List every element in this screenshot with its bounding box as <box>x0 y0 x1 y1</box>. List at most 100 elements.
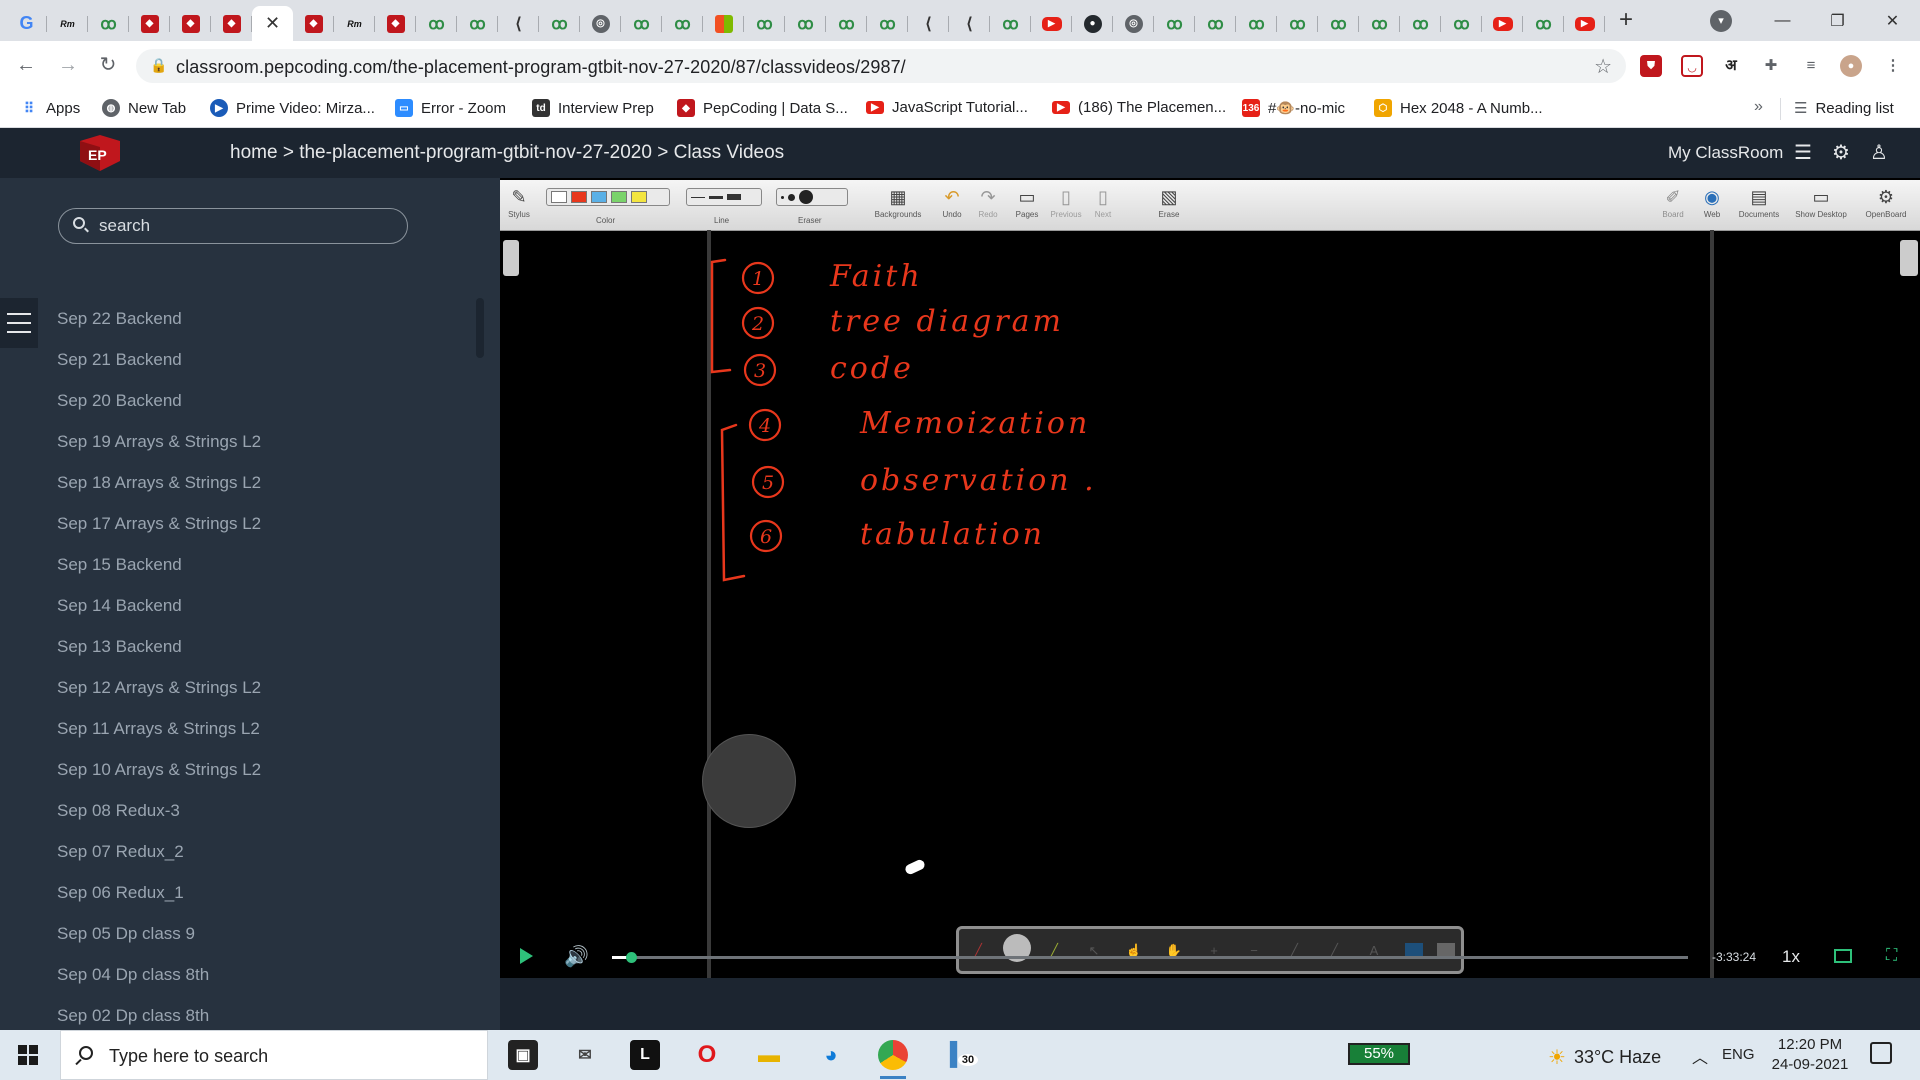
search-placeholder[interactable]: search <box>99 216 150 236</box>
lecture-item[interactable]: Sep 14 Backend <box>57 585 477 626</box>
system-clock[interactable]: 12:20 PM 24-09-2021 <box>1770 1035 1850 1075</box>
backgrounds-tool[interactable]: ▦ Backgrounds <box>870 184 926 219</box>
browser-tab[interactable]: ꝏ <box>1400 6 1441 41</box>
menu-kebab-icon[interactable]: ⋮ <box>1882 55 1904 77</box>
edge-app-icon[interactable]: ◕ <box>816 1040 846 1070</box>
search-input[interactable]: search <box>58 208 408 244</box>
browser-tab[interactable]: ꝏ <box>1195 6 1236 41</box>
file-explorer-icon[interactable]: ▬ <box>754 1040 784 1070</box>
pepcoding-logo[interactable]: EP <box>76 133 124 173</box>
profile-avatar[interactable]: ● <box>1840 55 1862 77</box>
bookmark-item[interactable]: td Interview Prep <box>532 99 654 117</box>
browser-tab[interactable]: G <box>6 6 47 41</box>
tray-chevron-up-icon[interactable]: ︿ <box>1692 1044 1708 1068</box>
forward-icon[interactable]: → <box>54 51 82 79</box>
back-icon[interactable]: ← <box>12 51 40 79</box>
fullscreen-icon[interactable]: ⛶ <box>1886 947 1897 965</box>
browser-tab[interactable]: ◆ <box>375 6 416 41</box>
eraser-size-picker[interactable] <box>776 188 848 206</box>
vscode-app-icon[interactable]: ▍ 30 <box>944 1040 978 1070</box>
sidebar-scrollbar[interactable] <box>476 298 484 358</box>
hamburger-menu-icon[interactable] <box>0 298 38 348</box>
close-window-icon[interactable]: ✕ <box>1865 11 1920 31</box>
extension-pocket-icon[interactable]: ◡ <box>1681 55 1703 77</box>
browser-tab[interactable]: ꝏ <box>88 6 129 41</box>
lecture-item[interactable]: Sep 18 Arrays & Strings L2 <box>57 462 477 503</box>
browser-tab[interactable]: ꝏ <box>539 6 580 41</box>
my-classroom-link[interactable]: My ClassRoom <box>1668 143 1783 163</box>
new-tab-button[interactable]: + <box>1612 6 1640 34</box>
lock-icon[interactable]: 🔒 <box>150 57 167 74</box>
tab-active[interactable]: ✕ <box>252 6 293 41</box>
progress-bar[interactable] <box>612 952 1688 963</box>
lecture-item[interactable]: Sep 04 Dp class 8th <box>57 954 477 995</box>
lecture-item[interactable]: Sep 08 Redux-3 <box>57 790 477 831</box>
browser-tab[interactable]: ◆ <box>170 6 211 41</box>
bookmark-item[interactable]: ▶ Prime Video: Mirza... <box>210 99 375 117</box>
playback-speed-button[interactable]: 1x <box>1782 947 1800 967</box>
browser-tab[interactable]: ꝏ <box>990 6 1031 41</box>
battery-indicator[interactable]: 55% <box>1348 1043 1410 1065</box>
lecture-item[interactable]: Sep 21 Backend <box>57 339 477 380</box>
opera-app-icon[interactable]: O <box>692 1040 722 1070</box>
browser-tab[interactable]: ⟨ <box>908 6 949 41</box>
lecture-item[interactable]: Sep 12 Arrays & Strings L2 <box>57 667 477 708</box>
lecture-item[interactable]: Sep 13 Backend <box>57 626 477 667</box>
l-app-icon[interactable]: L <box>630 1040 660 1070</box>
media-controls-icon[interactable]: ≡ <box>1800 55 1822 77</box>
lecture-item[interactable]: Sep 06 Redux_1 <box>57 872 477 913</box>
browser-tab[interactable]: ꝏ <box>1523 6 1564 41</box>
browser-tab[interactable]: ꝏ <box>416 6 457 41</box>
bookmarks-overflow-icon[interactable]: » <box>1754 98 1763 116</box>
browser-tab[interactable]: Rm <box>334 6 375 41</box>
play-icon[interactable] <box>520 948 533 964</box>
browser-tab[interactable]: ⟨ <box>498 6 539 41</box>
browser-tab[interactable]: ꝏ <box>1441 6 1482 41</box>
browser-tab[interactable]: ◆ <box>293 6 334 41</box>
lecture-item[interactable]: Sep 19 Arrays & Strings L2 <box>57 421 477 462</box>
user-profile-icon[interactable]: ♙ <box>1870 140 1888 165</box>
mail-app-icon[interactable]: ✉ <box>570 1040 600 1070</box>
browser-tab[interactable]: ▶ <box>1482 6 1523 41</box>
browser-tab[interactable]: ꝏ <box>1277 6 1318 41</box>
notification-center-icon[interactable] <box>1870 1042 1892 1064</box>
weather-widget[interactable]: ☀ 33°C Haze <box>1548 1045 1661 1070</box>
previous-tool[interactable]: ▯ Previous <box>1046 184 1086 219</box>
bookmark-item[interactable]: ◍ New Tab <box>102 99 186 117</box>
browser-tab[interactable]: ⟨ <box>949 6 990 41</box>
url-text[interactable]: classroom.pepcoding.com/the-placement-pr… <box>176 57 906 78</box>
browser-tab[interactable]: ꝏ <box>457 6 498 41</box>
menu-list-icon[interactable]: ☰ <box>1794 140 1812 165</box>
browser-tab[interactable]: ꝏ <box>744 6 785 41</box>
reload-icon[interactable]: ↻ <box>94 51 122 79</box>
lecture-item[interactable]: Sep 11 Arrays & Strings L2 <box>57 708 477 749</box>
openboard-menu[interactable]: ⚙ OpenBoard <box>1856 184 1916 219</box>
bookmark-item[interactable]: ⠿ Apps <box>20 99 80 117</box>
lecture-item[interactable]: Sep 10 Arrays & Strings L2 <box>57 749 477 790</box>
lecture-item[interactable]: Sep 20 Backend <box>57 380 477 421</box>
bookmark-item[interactable]: ▶ (186) The Placemen... <box>1052 99 1226 116</box>
address-bar[interactable]: 🔒 classroom.pepcoding.com/the-placement-… <box>136 49 1626 83</box>
redo-tool[interactable]: ↷ Redo <box>974 184 1002 219</box>
browser-tab[interactable]: ▶ <box>1564 6 1605 41</box>
video-player[interactable]: ✎ Stylus Color Line Eraser ▦ Backgrounds… <box>500 178 1920 978</box>
lecture-item[interactable]: Sep 05 Dp class 9 <box>57 913 477 954</box>
lecture-item[interactable]: Sep 07 Redux_2 <box>57 831 477 872</box>
taskbar-search-input[interactable]: Type here to search <box>60 1030 488 1080</box>
bookmark-star-icon[interactable]: ☆ <box>1594 54 1612 79</box>
language-indicator[interactable]: ENG <box>1722 1046 1755 1063</box>
browser-tab[interactable]: ● <box>1072 6 1113 41</box>
extensions-puzzle-icon[interactable]: ✚ <box>1760 55 1782 77</box>
browser-tab[interactable]: ꝏ <box>826 6 867 41</box>
browser-tab[interactable]: ◎ <box>580 6 621 41</box>
picture-in-picture-icon[interactable] <box>1834 949 1852 963</box>
browser-tab[interactable]: ◆ <box>129 6 170 41</box>
next-tool[interactable]: ▯ Next <box>1090 184 1116 219</box>
extension-shield-icon[interactable]: ⛊ <box>1640 55 1662 77</box>
line-width-picker[interactable] <box>686 188 762 206</box>
browser-tab[interactable]: ꝏ <box>867 6 908 41</box>
pages-tool[interactable]: ▭ Pages <box>1012 184 1042 219</box>
extension-hindi-icon[interactable]: अ <box>1720 55 1742 77</box>
browser-tab[interactable]: ◆ <box>211 6 252 41</box>
restore-icon[interactable]: ❐ <box>1810 11 1865 31</box>
